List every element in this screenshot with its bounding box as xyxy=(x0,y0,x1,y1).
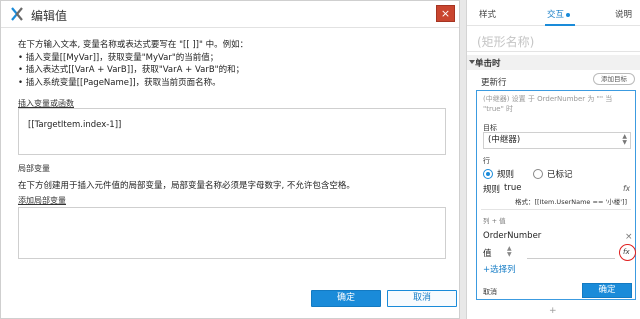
add-icon[interactable]: + xyxy=(549,306,557,316)
rule-radio[interactable] xyxy=(483,169,493,179)
marked-radio[interactable] xyxy=(533,169,543,179)
local-variables-list xyxy=(18,207,446,259)
instruction-line: • 插入表达式[[VarA + VarB]]，获取"VarA + VarB"的和… xyxy=(18,65,245,75)
tab-interaction-label: 交互 xyxy=(547,10,565,20)
instruction-line: • 插入变量[[MyVar]]，获取变量"MyVar"的当前值； xyxy=(18,52,219,63)
fx-icon[interactable]: fx xyxy=(623,184,630,193)
add-target-button[interactable]: 添加目标 xyxy=(593,73,635,85)
format-hint: 格式：[[Item.UserName == '小楼']] xyxy=(515,198,628,206)
local-variables-description: 在下方创建用于插入元件值的局部变量，局部变量名称必须是字母数字, 不允许包含空格… xyxy=(18,181,355,191)
column-name: OrderNumber xyxy=(483,231,542,241)
rule-radio-label: 规则 xyxy=(497,170,515,180)
close-icon[interactable]: × xyxy=(625,232,633,242)
active-dot-icon xyxy=(566,12,571,17)
dialog-titlebar: 编辑值 × xyxy=(1,1,459,28)
panel-tabs: 样式 交互 说明 xyxy=(467,0,640,26)
updown-icon[interactable]: ▲ ▼ xyxy=(507,246,512,258)
local-variables-label: 局部变量 xyxy=(18,164,50,173)
expression-textarea[interactable]: [[TargetItem.index-1]] xyxy=(18,108,446,155)
event-name: 单击时 xyxy=(475,59,501,69)
updown-icon: ▲ ▼ xyxy=(622,133,627,146)
divider xyxy=(467,51,640,52)
interaction-panel: 样式 交互 说明 (矩形名称) 单击时 更新行 添加目标 (中继器) 设置 于 … xyxy=(466,0,640,319)
shape-name-input[interactable]: (矩形名称) xyxy=(477,33,534,50)
case-label: 更新行 xyxy=(481,78,507,88)
ok-button[interactable]: 确定 xyxy=(311,290,381,307)
value-label: 值 xyxy=(483,249,492,259)
action-description: (中继器) 设置 于 OrderNumber 为 "" 当 "true" 时 xyxy=(483,95,613,113)
cancel-button[interactable]: 取消 xyxy=(387,290,457,307)
tab-style[interactable]: 样式 xyxy=(479,8,496,20)
action-cancel-link[interactable]: 取消 xyxy=(483,287,497,297)
axure-logo-icon xyxy=(11,7,23,21)
edit-value-dialog: 编辑值 × 在下方输入文本, 变量名称或表达式要写在 "[[ ]]" 中。例如：… xyxy=(0,0,460,319)
instruction-line: • 插入系统变量[[PageName]]，获取当前页面名称。 xyxy=(18,77,221,88)
action-editor: (中继器) 设置 于 OrderNumber 为 "" 当 "true" 时 目… xyxy=(476,90,636,300)
target-value: (中继器) xyxy=(488,135,521,145)
expression-text: [[TargetItem.index-1]] xyxy=(28,120,122,130)
rule-value[interactable]: true xyxy=(504,183,521,193)
tab-interaction[interactable]: 交互 xyxy=(547,8,571,20)
marked-radio-label: 已标记 xyxy=(547,170,573,180)
divider xyxy=(481,209,631,210)
close-button[interactable]: × xyxy=(436,5,455,22)
app-root: 编辑值 × 在下方输入文本, 变量名称或表达式要写在 "[[ ]]" 中。例如：… xyxy=(0,0,640,319)
value-input[interactable] xyxy=(527,258,615,259)
row-label: 行 xyxy=(483,157,490,165)
dialog-instructions: 在下方输入文本, 变量名称或表达式要写在 "[[ ]]" 中。例如： • 插入变… xyxy=(18,39,448,89)
event-header[interactable]: 单击时 xyxy=(467,55,640,70)
active-tab-indicator xyxy=(545,24,575,26)
tab-notes[interactable]: 说明 xyxy=(615,8,632,20)
fx-icon[interactable]: fx xyxy=(623,248,630,256)
instruction-line: 在下方输入文本, 变量名称或表达式要写在 "[[ ]]" 中。例如： xyxy=(18,40,249,50)
rule-label: 规则 xyxy=(483,185,501,195)
add-local-variable-link[interactable]: 添加局部变量 xyxy=(18,195,66,206)
target-select[interactable]: (中继器) ▲ ▼ xyxy=(483,132,631,149)
column-value-label: 列 + 值 xyxy=(483,217,506,225)
add-column-link[interactable]: +选择列 xyxy=(483,263,516,275)
dialog-title: 编辑值 xyxy=(31,9,68,23)
action-confirm-button[interactable]: 确定 xyxy=(582,283,632,298)
